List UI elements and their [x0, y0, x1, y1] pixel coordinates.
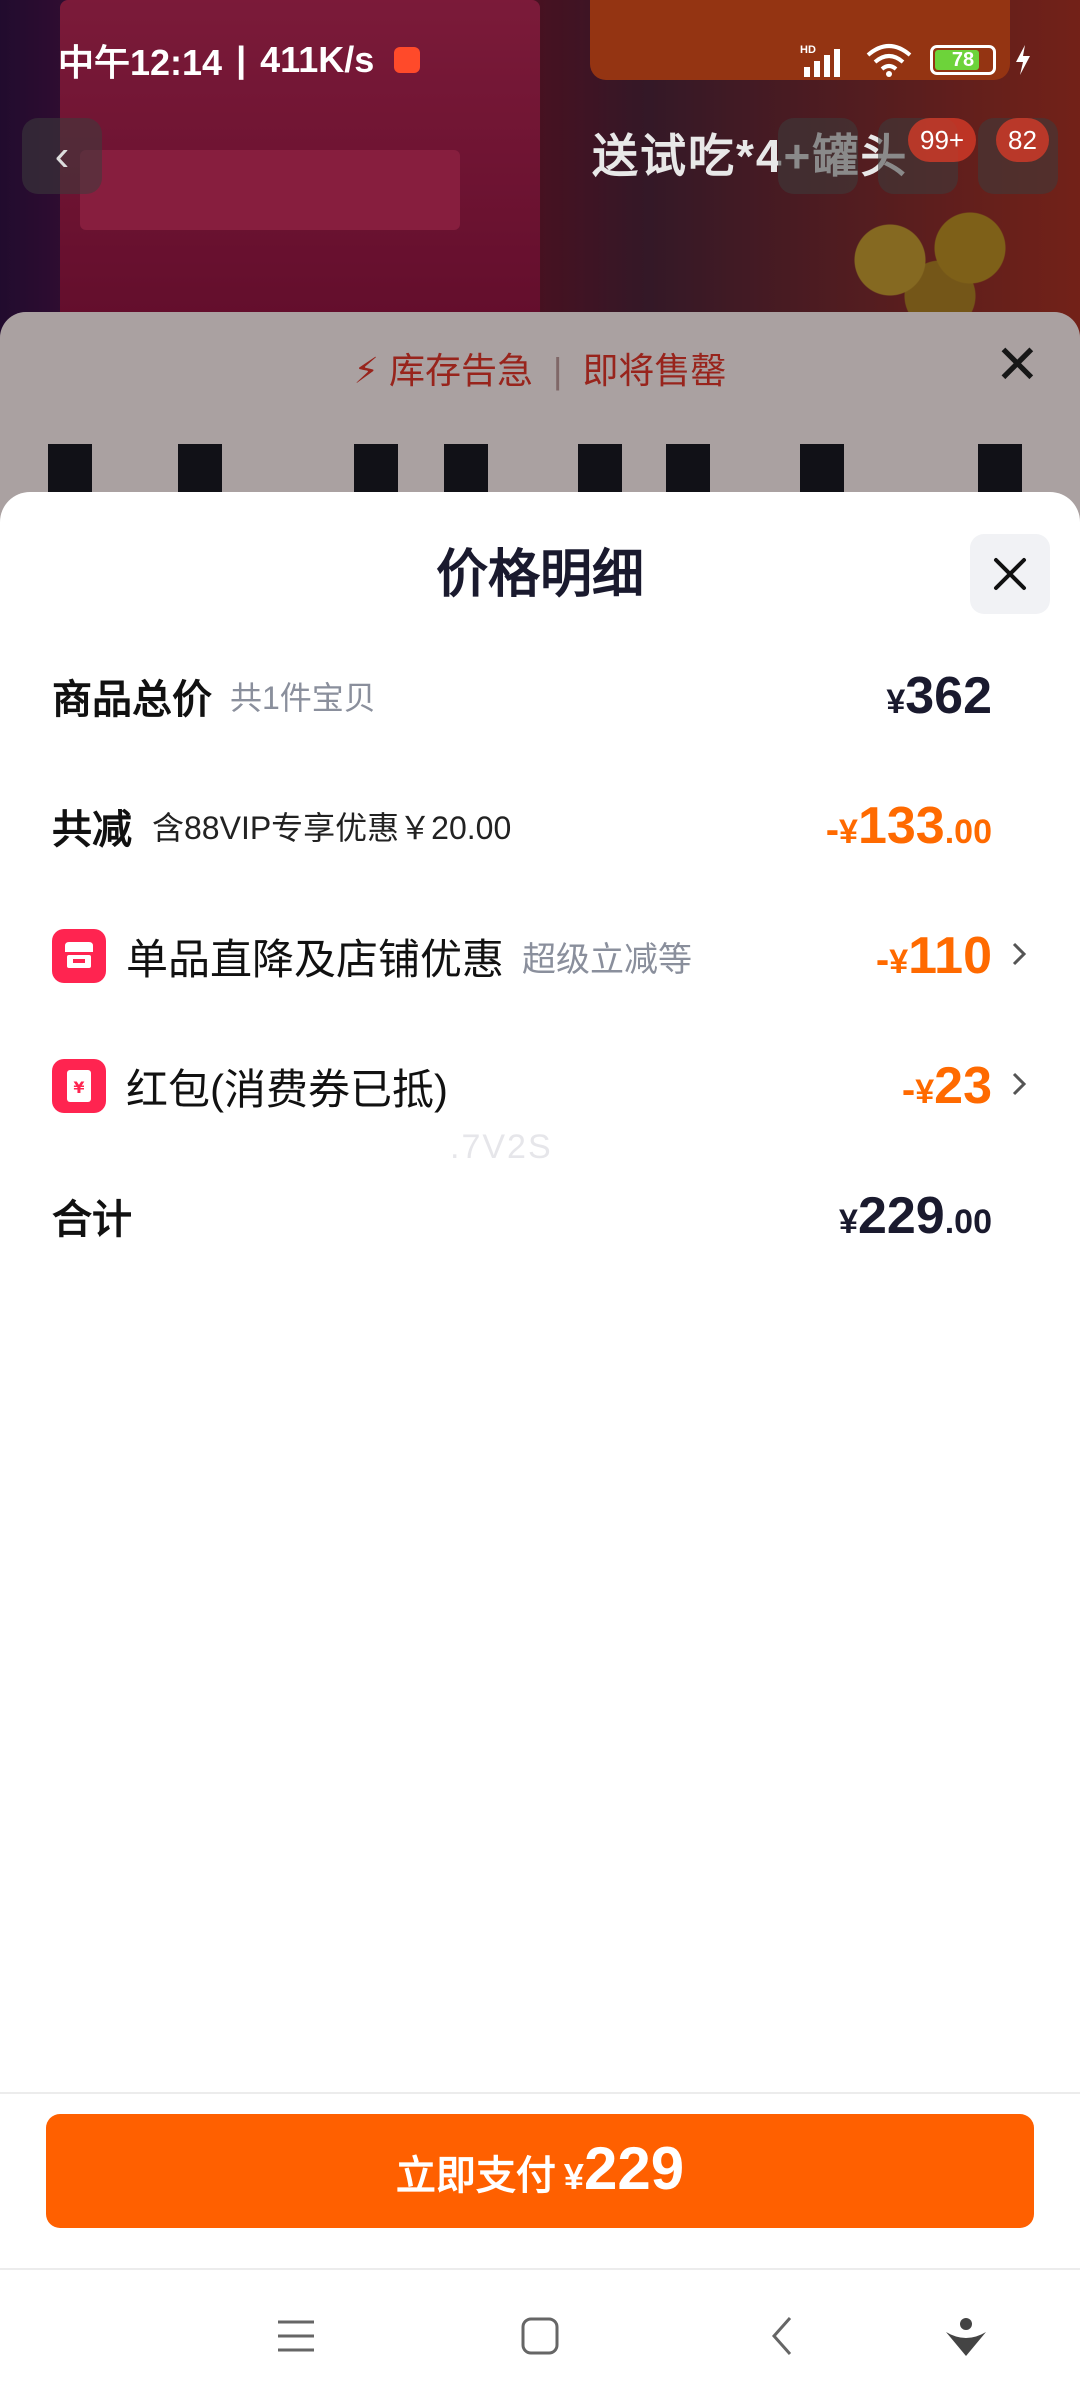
- wifi-icon: [866, 44, 912, 77]
- reduction-amount: - ¥ 133 .00: [826, 796, 992, 856]
- reduction-label: 共减: [52, 808, 132, 852]
- reduction-row: 共减 含88VIP专享优惠￥20.00 - ¥ 133 .00: [52, 786, 1028, 866]
- red-packet-amount: - ¥ 23: [902, 1056, 992, 1116]
- red-packet-row[interactable]: ¥ 红包(消费券已抵) - ¥ 23: [52, 1046, 1028, 1126]
- price-detail-sheet: 价格明细 商品总价 共1件宝贝 ¥ 362 共减 含88VIP专享优惠￥20.0…: [0, 492, 1080, 2092]
- menu-icon[interactable]: [274, 2314, 318, 2358]
- total-price-row: 商品总价 共1件宝贝 ¥ 362: [52, 656, 1028, 736]
- battery-level: 78: [951, 48, 975, 71]
- sum-row: 合计 ¥ 229 .00: [52, 1176, 1028, 1256]
- pay-now-button[interactable]: 立即支付 ¥ 229: [46, 2114, 1034, 2228]
- cart-badge: 99+: [908, 118, 977, 162]
- charging-icon: [1016, 45, 1030, 75]
- notification-app-icon: [394, 47, 421, 73]
- svg-text:¥: ¥: [73, 1078, 84, 1097]
- minus-sign: -: [901, 1068, 916, 1112]
- close-icon: [994, 558, 1026, 590]
- reduction-integer: 133: [857, 797, 945, 855]
- red-packet-label: 红包(消费券已抵): [126, 1065, 448, 1113]
- message-badge: 82: [996, 118, 1049, 162]
- shop-discount-value: 110: [908, 927, 992, 985]
- shop-discount-row[interactable]: 单品直降及店铺优惠 超级立减等 - ¥ 110: [52, 916, 1028, 996]
- currency-symbol: ¥: [915, 1073, 935, 1111]
- shop-discount-note: 超级立减等: [522, 940, 693, 979]
- minus-sign: -: [875, 938, 890, 982]
- total-price-label: 商品总价: [52, 678, 212, 722]
- back-button[interactable]: ‹: [22, 118, 102, 194]
- svg-text:HD: HD: [800, 44, 816, 56]
- signal-icon: HD: [800, 44, 840, 77]
- shop-discount-label: 单品直降及店铺优惠: [126, 935, 505, 983]
- close-button[interactable]: [970, 534, 1050, 614]
- promo-text: 送试吃*4+罐头: [592, 130, 909, 182]
- total-price-amount: ¥ 362: [886, 666, 992, 726]
- sum-decimal: .00: [944, 1203, 992, 1241]
- chevron-right-icon: [998, 1070, 1028, 1103]
- chevron-right-icon: [998, 940, 1028, 973]
- pay-amount: 229: [583, 2135, 685, 2202]
- vip-discount-note: 含88VIP专享优惠￥20.00: [152, 810, 512, 846]
- item-count-note: 共1件宝贝: [230, 680, 376, 716]
- sheet-title: 价格明细: [435, 546, 644, 604]
- system-navigation-bar: [0, 2270, 1080, 2400]
- currency-symbol: ¥: [889, 943, 909, 981]
- shop-discount-amount: - ¥ 110: [876, 926, 992, 986]
- back-icon[interactable]: [762, 2314, 806, 2358]
- red-packet-icon: ¥: [52, 1059, 106, 1113]
- red-packet-value: 23: [934, 1057, 992, 1115]
- reduction-decimal: .00: [944, 813, 992, 851]
- battery-icon: 78: [930, 45, 996, 75]
- watermark: .7V2S: [450, 1128, 553, 1166]
- divider: [0, 2092, 1080, 2094]
- total-price-value: 362: [905, 667, 992, 725]
- status-network-speed: 411K/s: [260, 39, 375, 80]
- status-bar: 中午12:14 | 411K/s HD 78: [0, 0, 1080, 120]
- currency-symbol: ¥: [886, 683, 906, 721]
- share-button[interactable]: [778, 118, 858, 194]
- sum-label: 合计: [52, 1198, 132, 1242]
- currency-symbol: ¥: [563, 2156, 584, 2197]
- home-icon[interactable]: [518, 2314, 562, 2358]
- shop-icon: [52, 929, 106, 983]
- status-time: 中午12:14: [58, 42, 223, 83]
- currency-symbol: ¥: [839, 813, 858, 851]
- assistant-icon[interactable]: [944, 2314, 988, 2358]
- status-separator: |: [236, 39, 247, 80]
- minus-sign: -: [825, 808, 840, 852]
- currency-symbol: ¥: [839, 1203, 858, 1241]
- sum-integer: 229: [857, 1187, 945, 1245]
- pay-now-label: 立即支付: [395, 2154, 556, 2198]
- sum-amount: ¥ 229 .00: [839, 1186, 992, 1246]
